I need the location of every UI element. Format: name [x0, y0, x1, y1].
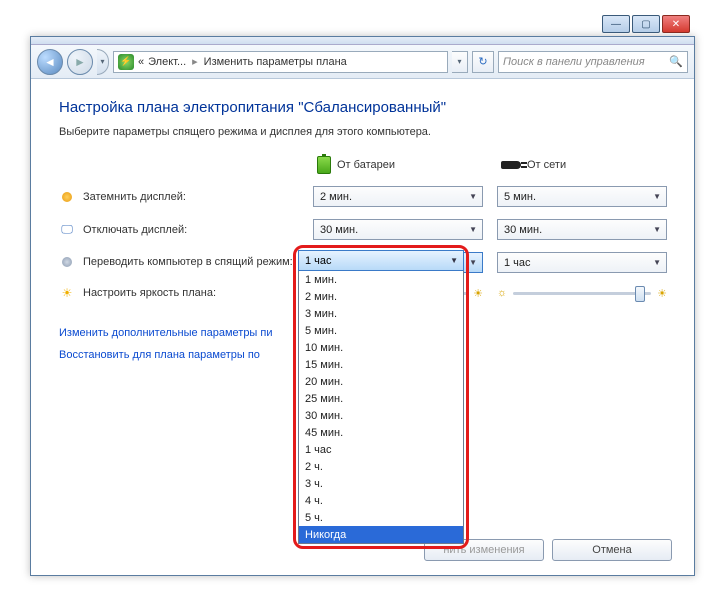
dropdown-option[interactable]: 45 мин. [299, 424, 463, 441]
dropdown-option[interactable]: 30 мин. [299, 407, 463, 424]
sun-big-icon: ☀ [473, 287, 483, 300]
display-icon: 🖵 [59, 222, 75, 238]
plug-icon [501, 161, 521, 169]
off-plugged-combo[interactable]: 30 мин. [497, 219, 667, 240]
brightness-plugged-slider[interactable]: ☼ ☀ [497, 287, 667, 300]
crumb-sep-icon: ▸ [190, 55, 200, 68]
nav-history-dropdown[interactable]: ▾ [97, 49, 109, 75]
address-dropdown[interactable]: ▾ [452, 51, 468, 73]
page-subtitle: Выберите параметры спящего режима и дисп… [59, 126, 666, 138]
row-sleep-label: Переводить компьютер в спящий режим: [59, 252, 299, 270]
dropdown-option[interactable]: 5 ч. [299, 509, 463, 526]
dropdown-option[interactable]: 2 мин. [299, 288, 463, 305]
back-button[interactable]: ◄ [37, 49, 63, 75]
refresh-button[interactable]: ↻ [472, 51, 494, 73]
cancel-button[interactable]: Отмена [552, 539, 672, 561]
forward-button[interactable]: ► [67, 49, 93, 75]
sleep-plugged-combo[interactable]: 1 час [497, 252, 667, 273]
sleep-dropdown-list[interactable]: 1 мин.2 мин.3 мин.5 мин.10 мин.15 мин.20… [298, 271, 464, 544]
dropdown-option[interactable]: 5 мин. [299, 322, 463, 339]
maximize-button[interactable]: ▢ [632, 15, 660, 33]
sun-big-icon: ☀ [657, 287, 667, 300]
minimize-button[interactable]: — [602, 15, 630, 33]
column-battery: От батареи [313, 156, 483, 174]
dropdown-option[interactable]: 1 мин. [299, 271, 463, 288]
search-placeholder: Поиск в панели управления [503, 56, 645, 68]
row-brightness-label: ☀ Настроить яркость плана: [59, 285, 299, 301]
dropdown-option[interactable]: 3 мин. [299, 305, 463, 322]
battery-icon [317, 156, 331, 174]
sleep-icon [59, 254, 75, 270]
row-dim-label: Затемнить дисплей: [59, 189, 299, 205]
search-icon[interactable]: 🔍 [669, 55, 683, 68]
dim-plugged-combo[interactable]: 5 мин. [497, 186, 667, 207]
breadcrumb[interactable]: « Элект... ▸ Изменить параметры плана [113, 51, 448, 73]
off-battery-combo[interactable]: 30 мин. [313, 219, 483, 240]
control-panel-icon [118, 54, 134, 70]
dropdown-option[interactable]: 20 мин. [299, 373, 463, 390]
dropdown-option[interactable]: 15 мин. [299, 356, 463, 373]
dropdown-option[interactable]: 4 ч. [299, 492, 463, 509]
search-input[interactable]: Поиск в панели управления 🔍 [498, 51, 688, 73]
dim-icon [59, 189, 75, 205]
close-button[interactable]: ✕ [662, 15, 690, 33]
column-plugged: От сети [497, 159, 667, 171]
crumb-2[interactable]: Изменить параметры плана [204, 56, 347, 68]
dim-battery-combo[interactable]: 2 мин. [313, 186, 483, 207]
crumb-1[interactable]: Элект... [148, 56, 186, 68]
brightness-icon: ☀ [59, 285, 75, 301]
dropdown-option[interactable]: 3 ч. [299, 475, 463, 492]
row-off-label: 🖵 Отключать дисплей: [59, 222, 299, 238]
sun-small-icon: ☼ [497, 287, 507, 299]
dropdown-option[interactable]: 10 мин. [299, 339, 463, 356]
address-bar: ◄ ► ▾ « Элект... ▸ Изменить параметры пл… [31, 45, 694, 79]
sleep-battery-combo-open[interactable]: 1 час [298, 250, 464, 271]
titlebar [31, 37, 694, 45]
crumb-prefix: « [138, 56, 144, 68]
dropdown-option[interactable]: 25 мин. [299, 390, 463, 407]
highlight-annotation: 1 час 1 мин.2 мин.3 мин.5 мин.10 мин.15 … [293, 245, 469, 549]
dropdown-option[interactable]: 2 ч. [299, 458, 463, 475]
dropdown-option[interactable]: Никогда [299, 526, 463, 543]
page-title: Настройка плана электропитания "Сбаланси… [59, 99, 666, 116]
dropdown-option[interactable]: 1 час [299, 441, 463, 458]
